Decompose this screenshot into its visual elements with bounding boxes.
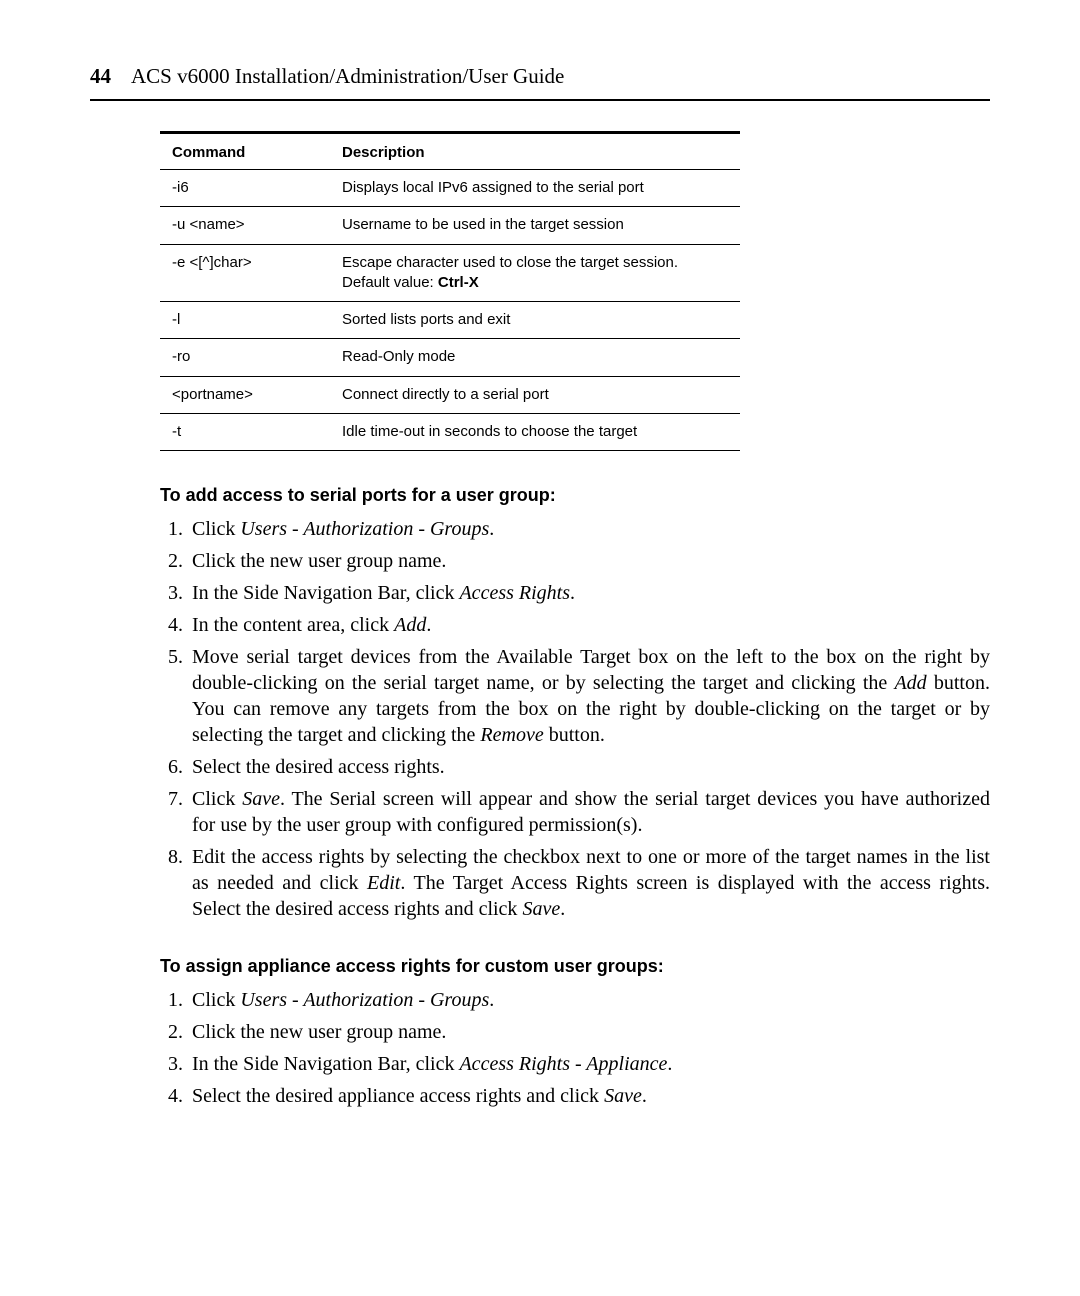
table-header-row: Command Description — [160, 133, 740, 170]
cmd-cell: -i6 — [160, 170, 330, 207]
cmd-cell: -ro — [160, 339, 330, 376]
desc-cell: Read-Only mode — [330, 339, 740, 376]
desc-cell: Idle time-out in seconds to choose the t… — [330, 413, 740, 450]
list-item: In the Side Navigation Bar, click Access… — [188, 1051, 990, 1077]
section-title-assign-rights: To assign appliance access rights for cu… — [160, 956, 990, 977]
list-item: Move serial target devices from the Avai… — [188, 644, 990, 748]
header-rule — [90, 99, 990, 101]
page: 44 ACS v6000 Installation/Administration/… — [0, 0, 1080, 1195]
table-row: -i6 Displays local IPv6 assigned to the … — [160, 170, 740, 207]
table-row: -e <[^]char> Escape character used to cl… — [160, 244, 740, 302]
section-title-add-access: To add access to serial ports for a user… — [160, 485, 990, 506]
list-item: Click the new user group name. — [188, 548, 990, 574]
cmd-cell: -u <name> — [160, 207, 330, 244]
col-command: Command — [160, 133, 330, 170]
list-item: Select the desired appliance access righ… — [188, 1083, 990, 1109]
list-item: In the Side Navigation Bar, click Access… — [188, 580, 990, 606]
list-item: Edit the access rights by selecting the … — [188, 844, 990, 922]
table-row: -l Sorted lists ports and exit — [160, 302, 740, 339]
table-row: -ro Read-Only mode — [160, 339, 740, 376]
list-item: In the content area, click Add. — [188, 612, 990, 638]
cmd-cell: -e <[^]char> — [160, 244, 330, 302]
desc-cell: Displays local IPv6 assigned to the seri… — [330, 170, 740, 207]
desc-cell: Escape character used to close the targe… — [330, 244, 740, 302]
col-description: Description — [330, 133, 740, 170]
desc-cell: Connect directly to a serial port — [330, 376, 740, 413]
table-row: -t Idle time-out in seconds to choose th… — [160, 413, 740, 450]
list-item: Click Save. The Serial screen will appea… — [188, 786, 990, 838]
list-item: Click Users - Authorization - Groups. — [188, 987, 990, 1013]
list-item: Click Users - Authorization - Groups. — [188, 516, 990, 542]
cmd-cell: -l — [160, 302, 330, 339]
steps-add-access: Click Users - Authorization - Groups. Cl… — [160, 516, 990, 922]
list-item: Select the desired access rights. — [188, 754, 990, 780]
command-table: Command Description -i6 Displays local I… — [160, 131, 740, 451]
table-row: <portname> Connect directly to a serial … — [160, 376, 740, 413]
table-row: -u <name> Username to be used in the tar… — [160, 207, 740, 244]
running-header: 44 ACS v6000 Installation/Administration/… — [90, 64, 990, 89]
page-number: 44 — [90, 64, 111, 88]
desc-cell: Sorted lists ports and exit — [330, 302, 740, 339]
cmd-cell: -t — [160, 413, 330, 450]
list-item: Click the new user group name. — [188, 1019, 990, 1045]
cmd-cell: <portname> — [160, 376, 330, 413]
desc-cell: Username to be used in the target sessio… — [330, 207, 740, 244]
doc-title: ACS v6000 Installation/Administration/Us… — [131, 64, 564, 88]
steps-assign-rights: Click Users - Authorization - Groups. Cl… — [160, 987, 990, 1109]
